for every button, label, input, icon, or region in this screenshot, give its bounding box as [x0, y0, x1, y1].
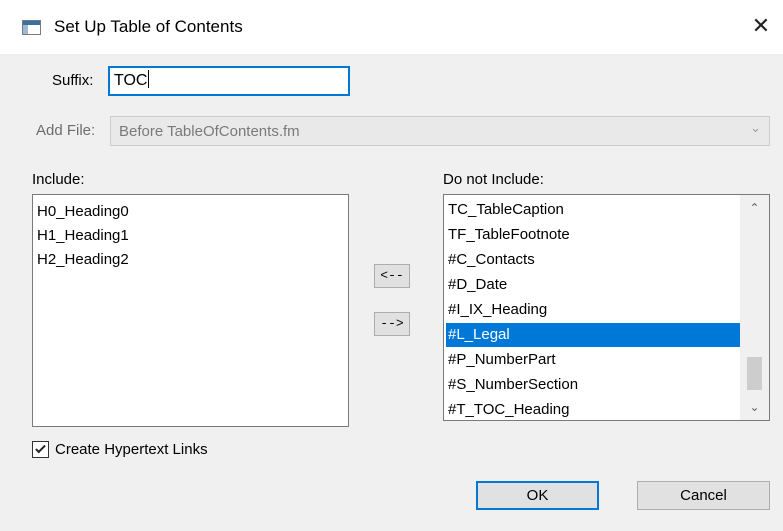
move-right-button[interactable]: --> [374, 312, 410, 336]
exclude-list-scrollbar[interactable]: ⌃ ⌄ [740, 195, 769, 420]
window-title: Set Up Table of Contents [54, 17, 243, 36]
text-caret [148, 70, 150, 88]
add-file-label: Add File: [36, 122, 96, 139]
list-item[interactable]: TF_TableFootnote [446, 223, 741, 247]
suffix-value: TOC [114, 72, 148, 89]
scroll-thumb[interactable] [747, 357, 762, 390]
dialog-window-icon [22, 20, 41, 35]
list-item[interactable]: H0_Heading0 [35, 200, 129, 224]
exclude-list[interactable]: TC_TableCaption TF_TableFootnote #C_Cont… [443, 194, 770, 421]
include-list[interactable]: H0_Heading0 H1_Heading1 H2_Heading2 [32, 194, 349, 427]
chevron-down-icon: ⌄ [750, 121, 761, 136]
list-item[interactable]: #I_IX_Heading [446, 298, 741, 322]
list-item[interactable]: H2_Heading2 [35, 248, 129, 272]
add-file-dropdown[interactable]: Before TableOfContents.fm ⌄ [110, 116, 770, 146]
list-item[interactable]: H1_Heading1 [35, 224, 129, 248]
title-bar: Set Up Table of Contents ✕ [0, 0, 783, 54]
list-item[interactable]: #S_NumberSection [446, 373, 741, 397]
list-item[interactable]: #D_Date [446, 273, 741, 297]
dialog-window: Set Up Table of Contents ✕ Suffix: TOC A… [0, 0, 783, 531]
list-item-selected[interactable]: #L_Legal [446, 323, 741, 347]
include-label: Include: [32, 171, 85, 188]
move-left-button[interactable]: <-- [374, 264, 410, 288]
close-icon[interactable]: ✕ [744, 12, 778, 42]
suffix-input[interactable]: TOC [108, 66, 350, 96]
hypertext-checkbox[interactable] [32, 441, 49, 458]
add-file-value: Before TableOfContents.fm [119, 123, 300, 140]
suffix-label: Suffix: [52, 72, 94, 89]
cancel-button[interactable]: Cancel [637, 481, 770, 510]
list-item[interactable]: #C_Contacts [446, 248, 741, 272]
chevron-up-icon[interactable]: ⌃ [740, 197, 769, 219]
exclude-label: Do not Include: [443, 171, 544, 188]
list-item[interactable]: TC_TableCaption [446, 198, 741, 222]
chevron-down-icon[interactable]: ⌄ [740, 396, 769, 418]
list-item[interactable]: #P_NumberPart [446, 348, 741, 372]
list-item[interactable]: #T_TOC_Heading [446, 398, 741, 420]
check-icon [35, 442, 46, 454]
ok-button[interactable]: OK [476, 481, 599, 510]
hypertext-label: Create Hypertext Links [55, 441, 208, 458]
